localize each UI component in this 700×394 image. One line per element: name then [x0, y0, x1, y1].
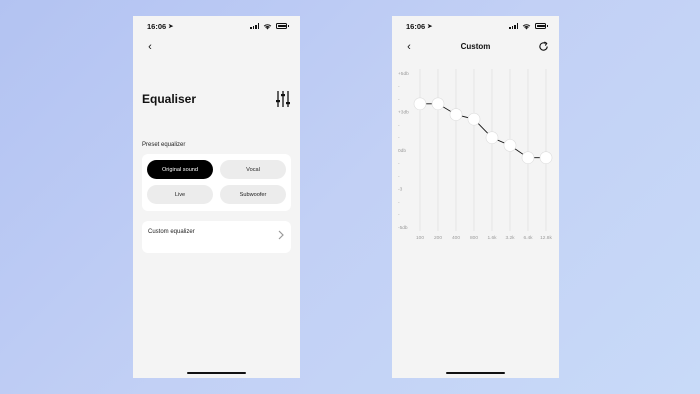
y-axis-label: +3db	[398, 110, 409, 116]
custom-equalizer-button[interactable]: Custom equalizer	[142, 221, 291, 253]
frequency-label: 800	[470, 235, 478, 241]
frequency-label: 3.2k	[505, 235, 515, 241]
custom-equalizer-label: Custom equalizer	[148, 229, 195, 235]
chevron-left-icon: ‹	[148, 41, 152, 53]
page-title: Equaliser	[142, 92, 197, 106]
frequency-label: 100	[416, 235, 424, 241]
status-icons	[250, 23, 289, 30]
frequency-label: 400	[452, 235, 460, 241]
y-axis-label: -	[398, 136, 400, 141]
eq-band-knob[interactable]	[521, 151, 535, 164]
preset-vocal-button[interactable]: Vocal	[220, 160, 286, 179]
signal-icon	[250, 23, 259, 29]
eq-band-knob[interactable]	[539, 151, 553, 164]
wifi-icon	[263, 23, 272, 29]
frequency-label: 6.4k	[523, 235, 533, 241]
y-axis-label: 0db	[398, 148, 406, 154]
eq-band-knob[interactable]	[467, 112, 481, 126]
y-axis-label: -	[398, 98, 400, 103]
preset-card: Original sound Vocal Live Subwoofer	[142, 154, 291, 211]
time-label: 16:06	[147, 21, 167, 31]
back-button[interactable]: ‹	[143, 40, 157, 54]
y-axis-label: -	[398, 200, 400, 205]
custom-eq-screen: 16:06 ➤ ‹ Custom +5db - - +3db - -0db - - -3- - -5…	[392, 16, 559, 378]
battery-icon	[276, 23, 289, 29]
y-axis-label: -	[398, 175, 400, 180]
frequency-label: 1.6k	[487, 235, 497, 241]
y-axis-label: -3	[398, 187, 403, 193]
equaliser-screen: 16:06 ➤ ‹ Equaliser Preset equalizer Ori…	[133, 16, 300, 378]
y-axis-label: -	[398, 123, 400, 128]
frequency-label: 12.8k	[540, 235, 552, 241]
frequency-label: 200	[434, 235, 442, 241]
eq-band-knob[interactable]	[449, 108, 463, 121]
eq-band-knob[interactable]	[413, 97, 427, 111]
preset-subwoofer-button[interactable]: Subwoofer	[220, 185, 286, 204]
home-indicator	[187, 371, 246, 374]
y-axis-label: -	[398, 85, 400, 90]
preset-section-label: Preset equalizer	[142, 142, 186, 148]
location-arrow-icon: ➤	[168, 23, 174, 30]
eq-band-knob[interactable]	[431, 97, 445, 111]
eq-band-knob[interactable]	[503, 139, 517, 152]
sliders-vertical-icon[interactable]	[275, 90, 291, 108]
preset-live-button[interactable]: Live	[147, 185, 213, 204]
status-time: 16:06 ➤	[147, 22, 173, 31]
eq-band-knob[interactable]	[485, 131, 499, 144]
status-bar: 16:06 ➤	[133, 16, 300, 36]
eq-curve-line	[420, 103, 546, 159]
preset-original-sound-button[interactable]: Original sound	[147, 160, 213, 179]
equalizer-graph[interactable]: +5db - - +3db - - 0db - - -3 - - -5db 100 200 400 800 1.6…	[392, 16, 559, 378]
y-axis-label: -5db	[398, 225, 408, 231]
y-axis-label: -	[398, 213, 400, 218]
home-indicator	[446, 371, 505, 374]
y-axis-label: -	[398, 162, 400, 167]
chevron-right-icon	[278, 230, 284, 240]
y-axis-label: +5db	[398, 71, 409, 77]
